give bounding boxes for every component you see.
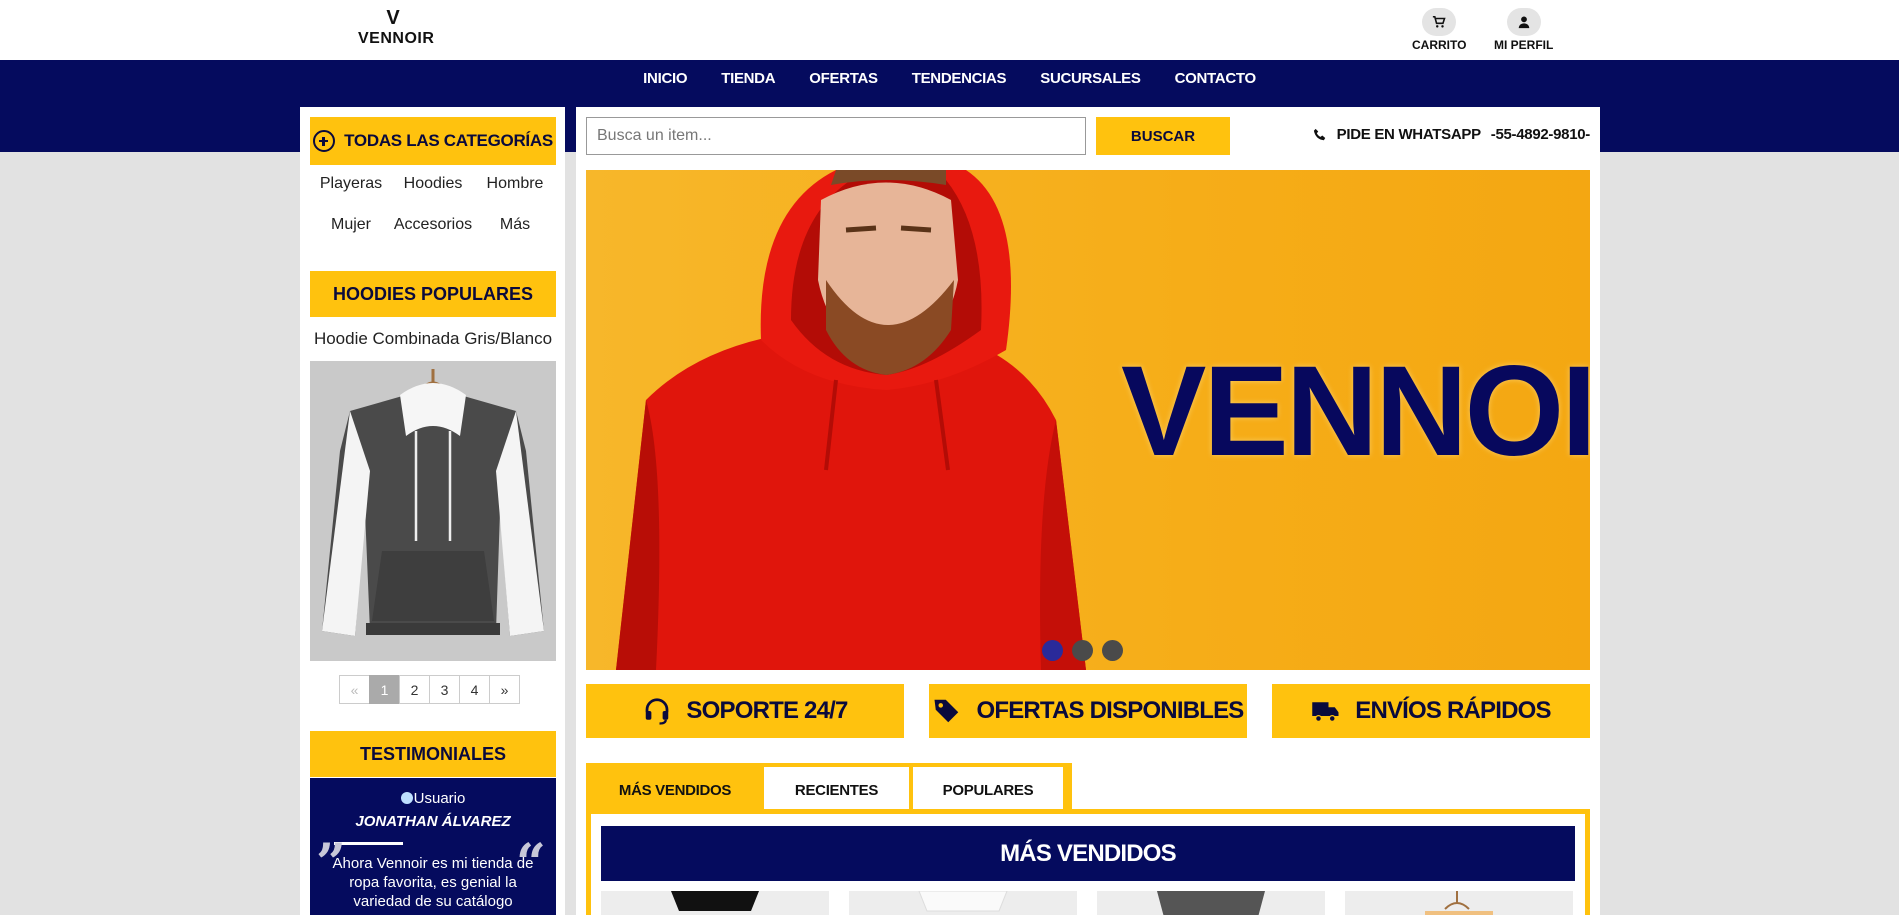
categories-title: TODAS LAS CATEGORÍAS [344, 131, 553, 150]
whatsapp-number: -55-4892-9810- [1490, 126, 1591, 143]
tab-populares[interactable]: POPULARES [913, 767, 1063, 813]
plus-circle-icon [313, 130, 336, 152]
nav-tendencias[interactable]: TENDENCIAS [895, 70, 1024, 87]
page-3[interactable]: 3 [429, 675, 460, 704]
hero-brand-text: VENNOIR [1121, 340, 1590, 483]
profile-button[interactable]: MI PERFIL [1494, 8, 1553, 52]
tab-mas-vendidos[interactable]: MÁS VENDIDOS [586, 767, 764, 813]
category-hombre[interactable]: Hombre [474, 175, 556, 193]
brand-logo[interactable]: V VENNOIR [358, 7, 435, 50]
all-categories-button[interactable]: TODAS LAS CATEGORÍAS [310, 117, 556, 165]
hero-carousel[interactable]: VENNOIR [586, 170, 1590, 670]
product-tabs: MÁS VENDIDOS RECIENTES POPULARES [586, 763, 1072, 813]
slide-dot-1[interactable] [1042, 640, 1063, 661]
user-icon [1506, 8, 1541, 36]
page-4[interactable]: 4 [459, 675, 490, 704]
phone-icon [1313, 128, 1325, 140]
avatar-alt: Usuario [413, 790, 466, 807]
tab-panel: MÁS VENDIDOS [586, 809, 1590, 915]
testimonial-card: Usuario JONATHAN ÁLVAREZ ” “ Ahora Venno… [310, 778, 556, 915]
nav-tienda[interactable]: TIENDA [704, 70, 792, 87]
category-playeras[interactable]: Playeras [310, 175, 392, 193]
nav-contacto[interactable]: CONTACTO [1158, 70, 1273, 87]
page-2[interactable]: 2 [399, 675, 430, 704]
category-list: Playeras Hoodies Hombre Mujer Accesorios… [310, 175, 556, 234]
main-content: BUSCAR PIDE EN WHATSAPP -55-4892-9810- V… [576, 107, 1600, 915]
testimonial-author: JONATHAN ÁLVAREZ [355, 813, 511, 830]
category-hoodies[interactable]: Hoodies [392, 175, 474, 193]
category-mujer[interactable]: Mujer [310, 216, 392, 234]
product-image [918, 891, 1008, 912]
feature-offers-label: OFERTAS DISPONIBLES [976, 697, 1244, 724]
product-card[interactable] [1345, 891, 1573, 915]
nav-ofertas[interactable]: OFERTAS [792, 70, 894, 87]
feature-shipping: ENVÍOS RÁPIDOS [1272, 684, 1590, 738]
testimonials-title: TESTIMONIALES [310, 731, 556, 777]
avatar-broken-image-icon [400, 792, 413, 804]
whatsapp-order[interactable]: PIDE EN WHATSAPP -55-4892-9810- [1313, 126, 1590, 143]
profile-label: MI PERFIL [1494, 38, 1554, 52]
product-card[interactable] [601, 891, 829, 915]
tags-icon [934, 699, 959, 723]
hoodie-image[interactable] [310, 361, 556, 661]
category-mas[interactable]: Más [474, 216, 556, 234]
testimonial-avatar: Usuario [310, 790, 556, 807]
headset-icon [646, 698, 669, 725]
product-image [1157, 891, 1265, 915]
feature-support: SOPORTE 24/7 [586, 684, 904, 738]
cart-icon [1422, 8, 1457, 36]
slide-dot-3[interactable] [1102, 640, 1123, 661]
page-1[interactable]: 1 [369, 675, 400, 704]
sidebar: TODAS LAS CATEGORÍAS Playeras Hoodies Ho… [300, 107, 565, 915]
slide-dot-2[interactable] [1072, 640, 1093, 661]
logo-name: VENNOIR [358, 30, 435, 47]
search-button[interactable]: BUSCAR [1096, 117, 1230, 155]
carousel-indicators [1042, 640, 1123, 661]
popular-hoodies-title: HOODIES POPULARES [310, 271, 556, 317]
page-prev[interactable]: « [339, 675, 370, 704]
nav-sucursales[interactable]: SUCURSALES [1023, 70, 1157, 87]
nav-inicio[interactable]: INICIO [626, 70, 704, 87]
logo-letter: V [386, 7, 400, 29]
panel-title: MÁS VENDIDOS [601, 826, 1575, 881]
product-image [1425, 891, 1493, 915]
whatsapp-label: PIDE EN WHATSAPP [1336, 126, 1481, 143]
popular-item-name[interactable]: Hoodie Combinada Gris/Blanco [310, 329, 556, 349]
feature-offers: OFERTAS DISPONIBLES [929, 684, 1247, 738]
cart-label: CARRITO [1412, 38, 1467, 52]
main-nav: INICIO TIENDA OFERTAS TENDENCIAS SUCURSA… [0, 70, 1899, 87]
top-header: V VENNOIR CARRITO MI PERFIL [0, 0, 1899, 60]
cart-button[interactable]: CARRITO [1412, 8, 1466, 52]
truck-icon [1312, 702, 1339, 722]
product-card[interactable] [849, 891, 1077, 915]
product-card[interactable] [1097, 891, 1325, 915]
feature-shipping-label: ENVÍOS RÁPIDOS [1355, 697, 1551, 724]
category-accesorios[interactable]: Accesorios [392, 216, 474, 234]
pagination: « 1 2 3 4 » [339, 675, 520, 704]
search-input[interactable] [586, 117, 1086, 155]
tab-recientes[interactable]: RECIENTES [764, 767, 909, 813]
page-next[interactable]: » [489, 675, 520, 704]
product-image [671, 891, 759, 911]
testimonial-text: Ahora Vennoir es mi tienda de ropa favor… [332, 855, 534, 910]
feature-support-label: SOPORTE 24/7 [686, 697, 848, 724]
